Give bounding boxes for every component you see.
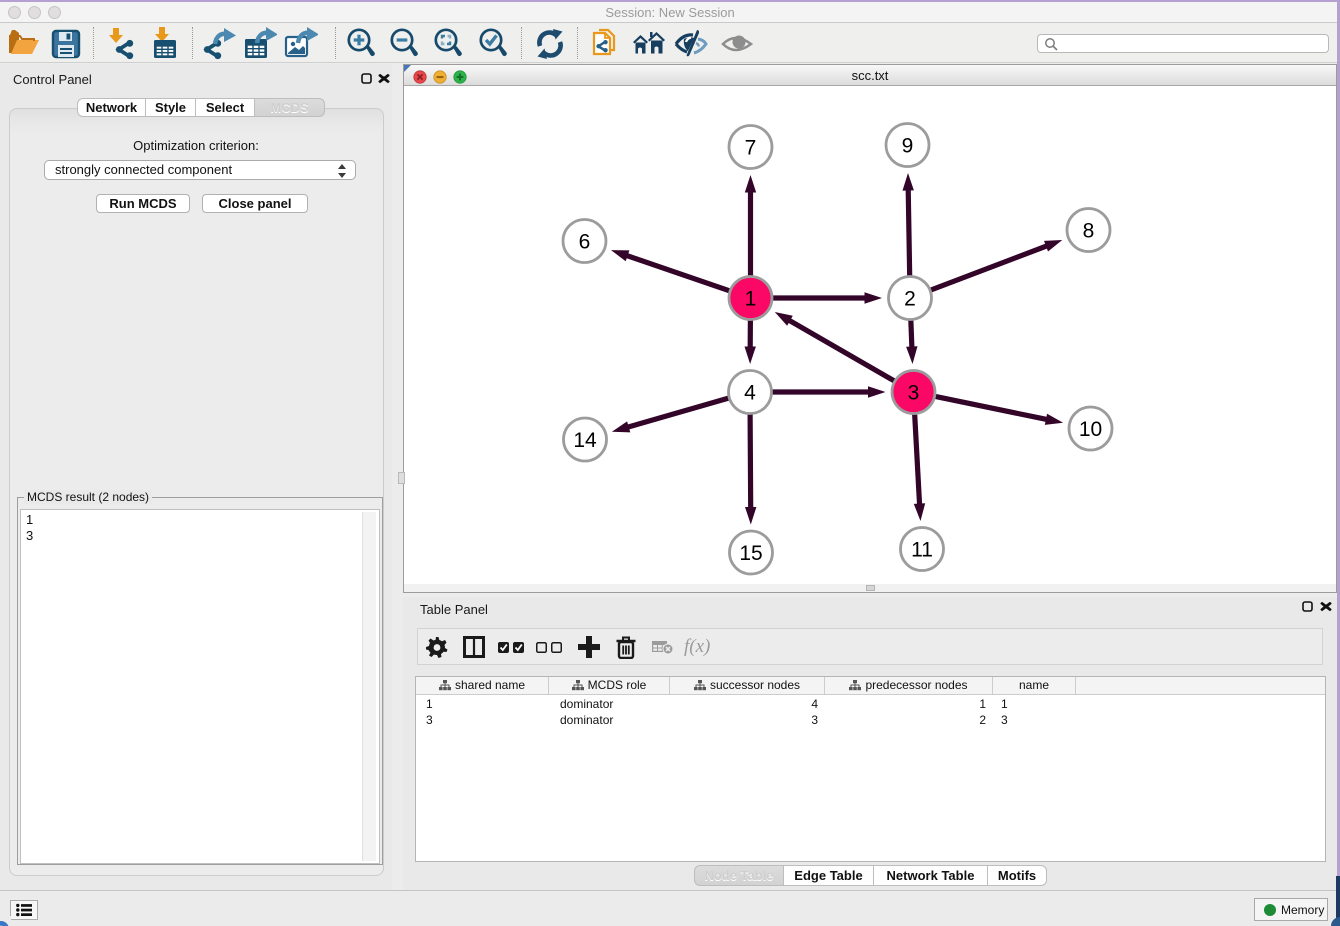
svg-text:9: 9 xyxy=(902,135,914,158)
svg-text:8: 8 xyxy=(1083,220,1095,243)
svg-text:1: 1 xyxy=(745,288,757,311)
svg-text:2: 2 xyxy=(904,288,916,311)
svg-text:3: 3 xyxy=(908,382,920,405)
svg-text:11: 11 xyxy=(911,539,933,562)
svg-text:6: 6 xyxy=(579,231,591,254)
svg-text:15: 15 xyxy=(739,542,762,565)
svg-text:10: 10 xyxy=(1079,418,1102,441)
svg-text:7: 7 xyxy=(745,137,757,160)
svg-text:4: 4 xyxy=(744,382,756,405)
svg-text:f(x): f(x) xyxy=(684,637,710,657)
svg-text:14: 14 xyxy=(573,429,597,452)
